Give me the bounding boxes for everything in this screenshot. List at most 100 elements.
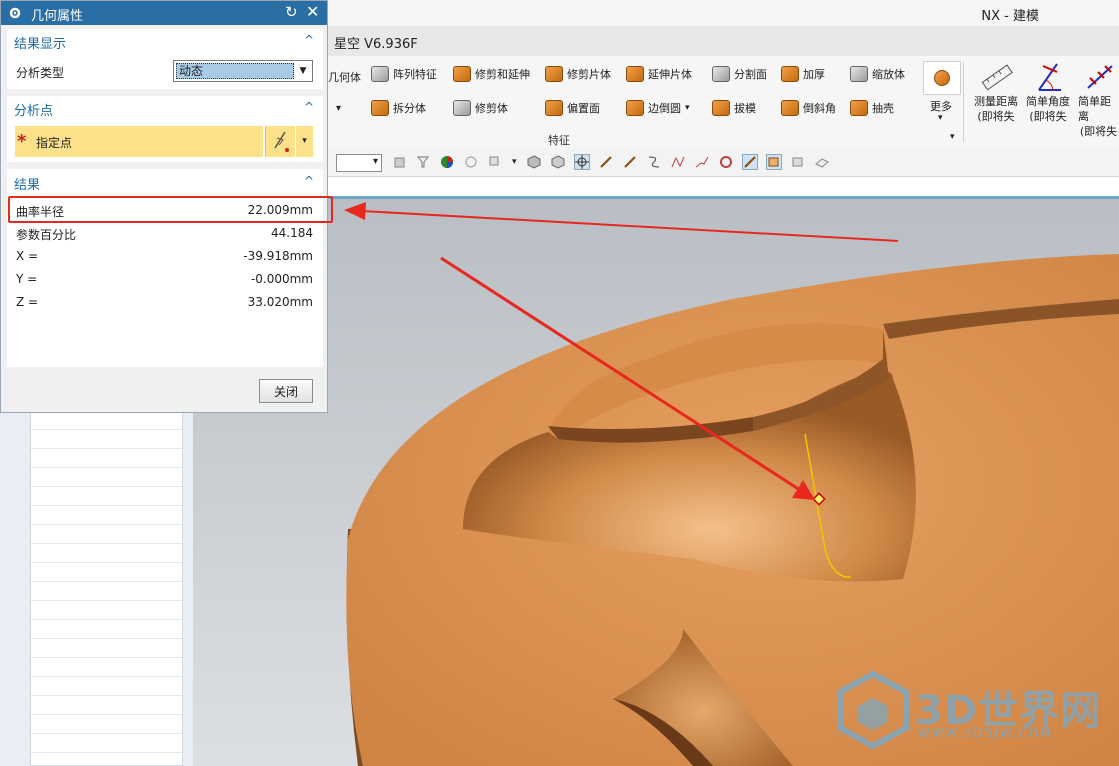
simple-angle-button[interactable]: 简单角度 (即将失 [1026,60,1070,124]
list-item[interactable] [31,677,182,696]
list-item[interactable] [31,525,182,544]
list-item[interactable] [31,639,182,658]
trim-extend-icon [453,66,471,82]
split-body-button[interactable]: 拆分体 [371,100,426,116]
edge-blend-dropdown-icon[interactable]: ▾ [685,103,690,113]
plane-icon[interactable] [814,155,829,169]
display-section-header[interactable]: 结果显示 [14,33,66,52]
trim-sheet-button[interactable]: 修剪片体 [545,66,611,82]
toolbar-icons: ▾ [392,154,829,170]
line-mid-icon[interactable] [623,155,637,169]
scale-body-button[interactable]: 缩放体 [850,66,905,82]
list-item[interactable] [31,506,182,525]
collapse-point-icon[interactable]: ^ [304,100,314,114]
snap-dropdown-icon[interactable] [488,155,502,169]
simple-distance-icon [1086,65,1113,89]
simple-distance-button[interactable]: 简单距离 (即将失 [1078,60,1119,139]
point-dialog-button[interactable] [265,126,295,157]
dialog-title: 几何属性 [31,9,84,24]
list-item[interactable] [31,430,182,449]
thicken-button[interactable]: 加厚 [781,66,825,82]
list-item[interactable] [31,658,182,677]
draft-icon [712,100,730,116]
list-item[interactable] [31,601,182,620]
part-navigator-list[interactable] [30,410,183,766]
offset-face-label: 偏置面 [567,102,600,115]
analysis-type-label: 分析类型 [16,66,65,80]
list-item[interactable] [31,563,182,582]
result-section-header[interactable]: 结果 [14,174,40,193]
list-item[interactable] [31,620,182,639]
more-label[interactable]: 更多 [930,98,952,114]
trim-extend-button[interactable]: 修剪和延伸 [453,66,530,82]
cube2-icon[interactable] [551,155,565,169]
color-analysis-icon[interactable] [440,155,454,169]
geometry-button[interactable]: 几何体 [328,69,361,85]
collapse-display-icon[interactable]: ^ [304,33,314,47]
list-item[interactable] [31,411,182,430]
cube-icon[interactable] [527,155,541,169]
point-constructor-icon [274,131,289,152]
more-dropdown-icon[interactable]: ▾ [938,113,943,123]
list-item[interactable] [31,544,182,563]
filter-icon[interactable] [416,155,430,169]
close-button[interactable]: 关闭 [259,379,313,403]
app-title: NX - 建模 [981,9,1039,24]
chamfer-label: 倒斜角 [803,102,836,115]
chamfer-button[interactable]: 倒斜角 [781,100,836,116]
ribbon-expand-icon[interactable]: ▾ [950,132,955,142]
list-item[interactable] [31,487,182,506]
thicken-label: 加厚 [803,68,825,81]
list-item[interactable] [31,696,182,715]
face-select-icon[interactable] [765,154,782,170]
analysis-type-dropdown-icon[interactable]: ▼ [296,63,310,79]
curvature-highlight-box [8,196,333,223]
circle-icon[interactable] [719,155,733,169]
analysis-type-select[interactable]: 动态 ▼ [173,60,313,82]
list-item[interactable] [31,734,182,753]
shell-button[interactable]: 抽壳 [850,100,894,116]
point-section-header[interactable]: 分析点 [14,100,53,119]
spline-icon[interactable] [671,155,685,169]
feature-group-label: 特征 [548,134,570,147]
ribbon-separator [963,62,964,142]
offset-face-button[interactable]: 偏置面 [545,100,600,116]
list-item[interactable] [31,582,182,601]
list-item[interactable] [31,449,182,468]
simple-angle-label: 简单角度 [1026,95,1070,108]
pattern-feature-button[interactable]: 阵列特征 [371,66,437,82]
type-filter-select[interactable]: ▾ [336,154,382,172]
curve-icon[interactable] [647,155,661,169]
polyline-icon[interactable] [695,155,709,169]
extend-sheet-button[interactable]: 延伸片体 [626,66,692,82]
close-icon[interactable]: ✕ [306,2,319,21]
snap-arrow-icon[interactable]: ▾ [512,157,517,167]
thicken-icon [781,66,799,82]
select-body-icon[interactable] [392,155,406,169]
more-button[interactable] [923,61,961,95]
shell-label: 抽壳 [872,102,894,115]
version-tab[interactable]: 星空 V6.936F [334,33,418,52]
divide-face-icon [712,66,730,82]
measure-distance-button[interactable]: 测量距离 (即将失 [974,60,1018,124]
extend-sheet-label: 延伸片体 [648,68,692,81]
edge-select-icon[interactable] [741,154,758,170]
point-type-dropdown-icon[interactable]: ▾ [296,126,313,157]
line-end-icon[interactable] [599,155,613,169]
geometry-label: 几何体 [328,71,361,84]
list-item[interactable] [31,468,182,487]
trim-body-button[interactable]: 修剪体 [453,100,508,116]
point-on-face-icon[interactable] [791,155,805,169]
collapse-result-icon[interactable]: ^ [304,174,314,188]
row2-dropdown-icon[interactable]: ▾ [336,103,341,114]
reset-icon[interactable]: ↻ [285,3,298,21]
view-icon[interactable] [464,155,478,169]
split-body-label: 拆分体 [393,102,426,115]
edge-blend-button[interactable]: 边倒圆 ▾ [626,100,690,116]
crosshair-icon[interactable] [573,154,590,170]
list-item[interactable] [31,715,182,734]
divide-face-button[interactable]: 分割面 [712,66,767,82]
draft-button[interactable]: 拔模 [712,100,756,116]
simple-distance-label: 简单距离 [1078,95,1111,123]
more-icon [934,70,950,86]
